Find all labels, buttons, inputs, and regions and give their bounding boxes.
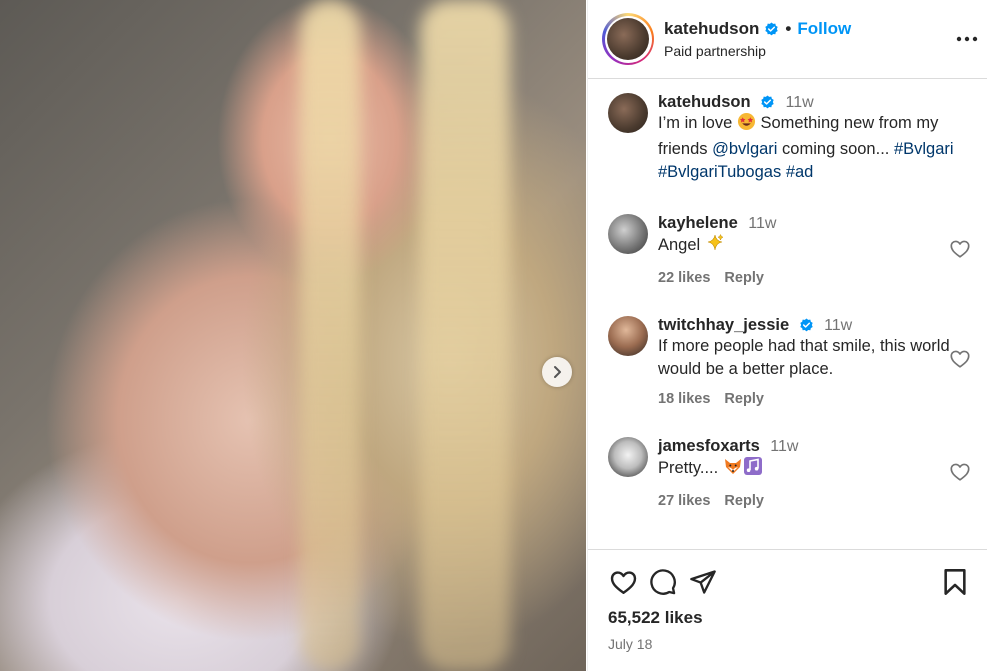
share-button[interactable] (688, 567, 718, 597)
verified-icon (799, 318, 814, 333)
header-separator: • (785, 19, 792, 38)
hashtag-link[interactable]: #ad (786, 163, 814, 181)
comment-text-part: Angel (658, 236, 705, 254)
comment-likes[interactable]: 18 likes (658, 391, 710, 407)
more-options-icon (956, 36, 978, 42)
hashtag-link[interactable]: #Bvlgari (894, 140, 954, 158)
comment-text: Pretty.... (658, 456, 968, 483)
comment-like-button[interactable] (949, 461, 971, 483)
story-ring[interactable] (602, 13, 654, 65)
share-icon (690, 570, 716, 594)
carousel-next-button[interactable] (542, 357, 572, 387)
reply-button[interactable]: Reply (724, 270, 764, 286)
comment-like-button[interactable] (949, 238, 971, 260)
comment-time[interactable]: 11w (748, 215, 776, 232)
chevron-right-icon (554, 366, 561, 378)
post-header: katehudson • Follow Paid partnership (588, 0, 987, 79)
comment-username[interactable]: jamesfoxarts (658, 437, 760, 455)
heart-icon (950, 463, 970, 481)
comment-text: Angel (658, 233, 968, 260)
heart-icon (950, 350, 970, 368)
caption-text-part: I’m in love (658, 114, 737, 132)
comment-like-button[interactable] (949, 348, 971, 370)
post-date[interactable]: July 18 (608, 636, 970, 652)
sparkles-emoji-icon (705, 233, 725, 260)
caption: katehudson 11w I’m in love Something new… (608, 93, 971, 184)
caption-username[interactable]: katehudson (658, 93, 751, 111)
musical-notes-emoji-icon (743, 456, 763, 483)
verified-icon (764, 21, 779, 37)
author-username[interactable]: katehudson (664, 19, 759, 39)
reply-button[interactable]: Reply (724, 493, 764, 509)
caption-text: I’m in love Something new from my friend… (658, 112, 968, 184)
heart-icon (610, 570, 636, 594)
post-sidebar: katehudson • Follow Paid partnership kat… (587, 0, 987, 671)
comment-time[interactable]: 11w (770, 438, 798, 455)
star-struck-emoji-icon (737, 112, 756, 138)
photo-hair-detail (420, 0, 510, 671)
avatar[interactable] (608, 316, 648, 356)
caption-text-part: coming soon... (777, 140, 894, 158)
comment-username[interactable]: twitchhay_jessie (658, 316, 789, 334)
action-bar (608, 566, 970, 598)
comment-username[interactable]: kayhelene (658, 214, 738, 232)
comment-time[interactable]: 11w (824, 317, 852, 334)
photo-hair-detail (300, 0, 360, 671)
bookmark-icon (944, 569, 966, 595)
reply-button[interactable]: Reply (724, 391, 764, 407)
comment-likes[interactable]: 22 likes (658, 270, 710, 286)
avatar[interactable] (607, 18, 649, 60)
post-photo[interactable] (0, 0, 586, 671)
avatar[interactable] (608, 214, 648, 254)
heart-icon (950, 240, 970, 258)
comment-likes[interactable]: 27 likes (658, 493, 710, 509)
more-options-button[interactable] (955, 27, 979, 51)
follow-button[interactable]: Follow (797, 19, 851, 39)
comment-item: kayhelene 11w Angel 22 likes Reply (608, 214, 971, 286)
comment-icon (650, 569, 676, 595)
paid-partnership-label[interactable]: Paid partnership (664, 43, 851, 59)
comment-button[interactable] (648, 567, 678, 597)
avatar[interactable] (608, 437, 648, 477)
hashtag-link[interactable]: #BvlgariTubogas (658, 163, 781, 181)
avatar[interactable] (608, 93, 648, 133)
save-button[interactable] (940, 567, 970, 597)
verified-icon (760, 95, 775, 110)
like-button[interactable] (608, 567, 638, 597)
comment-text: If more people had that smile, this worl… (658, 337, 950, 378)
fox-emoji-icon (723, 456, 743, 483)
likes-count[interactable]: 65,522 likes (608, 608, 970, 628)
caption-time[interactable]: 11w (786, 94, 814, 111)
comments-list[interactable]: katehudson 11w I’m in love Something new… (588, 79, 987, 549)
comment-item: twitchhay_jessie 11w If more people had … (608, 316, 971, 407)
mention-link[interactable]: @bvlgari (712, 140, 777, 158)
comment-item: jamesfoxarts 11w Pretty.... 27 likes Repl… (608, 437, 971, 509)
post-footer: 65,522 likes July 18 (588, 549, 987, 671)
comment-text-part: Pretty.... (658, 459, 723, 477)
